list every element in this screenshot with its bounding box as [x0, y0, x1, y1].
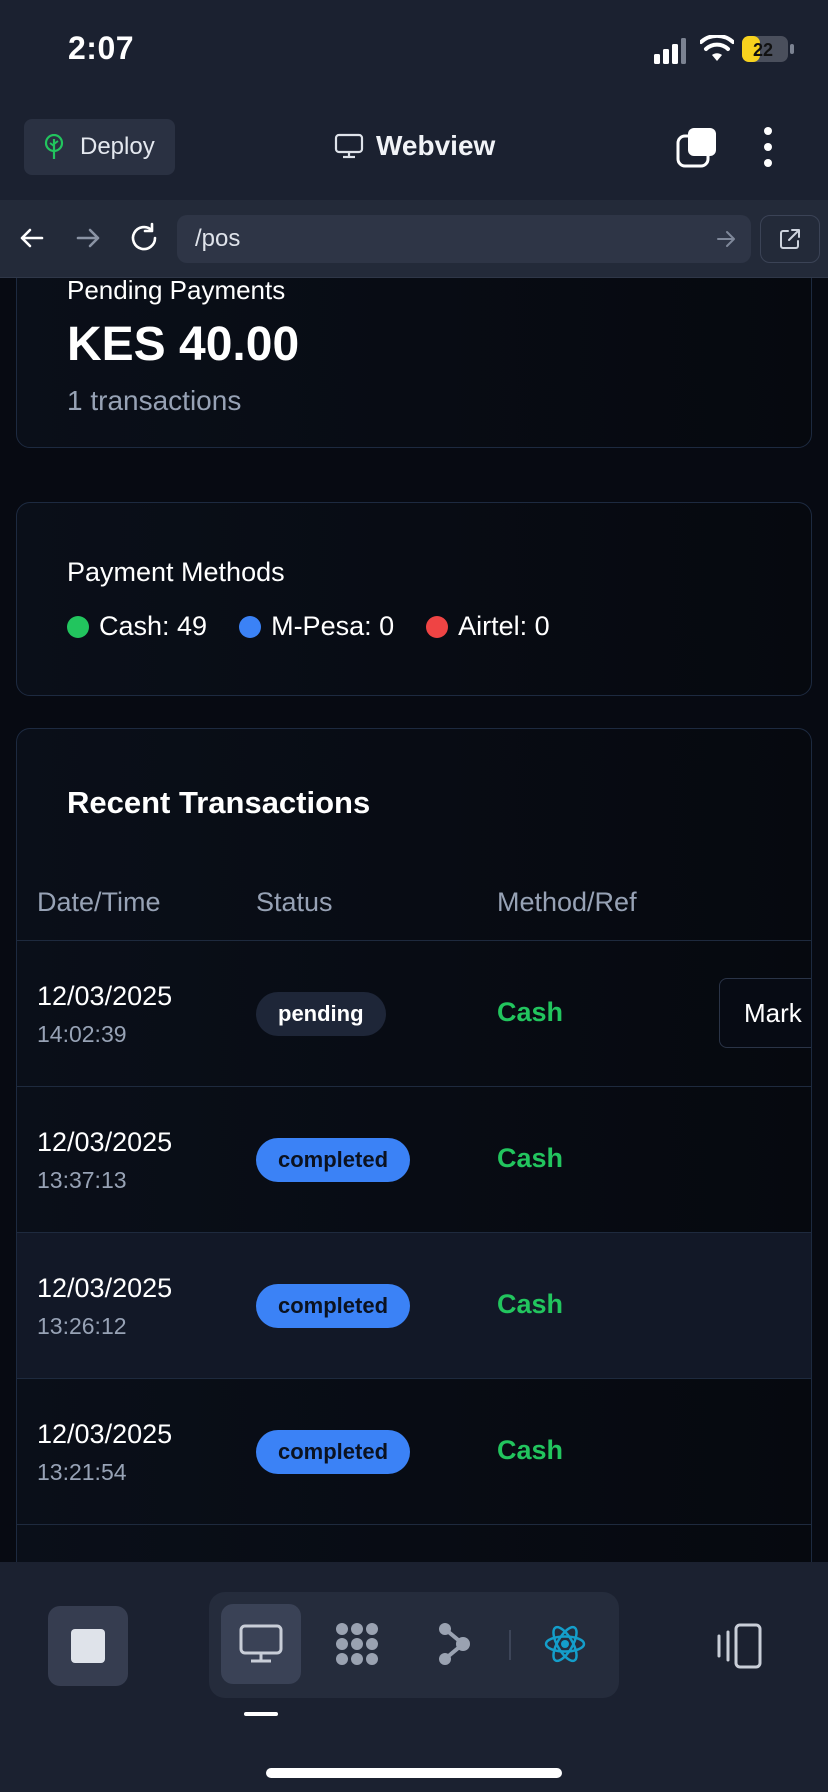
- status-time: 2:07: [68, 30, 135, 66]
- tx-date: 12/03/2025: [37, 981, 173, 1011]
- monitor-icon: [239, 1624, 283, 1663]
- tx-time: 14:02:39: [37, 1021, 127, 1047]
- grid-dots-icon: [336, 1623, 378, 1665]
- status-badge: pending: [256, 992, 386, 1036]
- arrow-left-icon[interactable]: [18, 224, 46, 252]
- methods-list: Cash: 49 M-Pesa: 0 Airtel: 0: [67, 611, 550, 642]
- methods-title: Payment Methods: [67, 557, 285, 587]
- tx-date: 12/03/2025: [37, 1127, 173, 1157]
- monitor-view-button[interactable]: [221, 1604, 301, 1684]
- device-frame-icon[interactable]: [714, 1622, 764, 1670]
- transactions-title: Recent Transactions: [67, 785, 371, 820]
- tx-date: 12/03/2025: [37, 1419, 173, 1449]
- status-badge: completed: [256, 1284, 411, 1328]
- tx-date: 12/03/2025: [37, 1273, 173, 1303]
- status-badge: completed: [256, 1430, 411, 1474]
- deploy-button[interactable]: Deploy: [24, 119, 175, 175]
- tx-time: 13:26:12: [37, 1313, 127, 1339]
- react-atom-icon: [544, 1625, 586, 1663]
- tx-method: Cash: [497, 1289, 564, 1319]
- payment-methods-card: Payment Methods Cash: 49 M-Pesa: 0 Airte…: [16, 502, 812, 696]
- stop-icon: [71, 1629, 105, 1663]
- url-text: /pos: [195, 225, 241, 252]
- top-bar: Deploy Webview: [0, 100, 828, 200]
- method-mpesa: M-Pesa: 0: [239, 611, 394, 642]
- pending-payments-card: Pending Payments KES 40.00 1 transaction…: [16, 278, 812, 448]
- react-view-button[interactable]: [525, 1604, 605, 1684]
- wifi-icon: [700, 35, 734, 61]
- pending-title: Pending Payments: [67, 278, 286, 305]
- monitor-icon: [334, 133, 364, 159]
- graph-view-button[interactable]: [413, 1604, 493, 1684]
- graph-nodes-icon: [439, 1623, 470, 1665]
- table-row: 12/03/2025 14:02:39 pending Cash Mark: [17, 941, 811, 1087]
- stop-button[interactable]: [48, 1606, 128, 1686]
- method-mpesa-label: M-Pesa: 0: [271, 611, 395, 641]
- column-header-datetime: Date/Time: [37, 887, 161, 917]
- status-bar: 2:07 22: [0, 0, 828, 100]
- column-header-status: Status: [256, 887, 333, 917]
- method-cash: Cash: 49: [67, 611, 207, 642]
- column-header-method: Method/Ref: [497, 887, 637, 917]
- red-dot-icon: [426, 615, 449, 638]
- table-row: 12/03/2025 13:26:12 completed Cash: [17, 1233, 811, 1379]
- cellular-signal-icon: [654, 38, 686, 64]
- status-badge: completed: [256, 1138, 411, 1182]
- battery-level: 22: [753, 40, 773, 60]
- url-bar: /pos: [0, 200, 828, 278]
- table-row: 12/03/2025 13:37:13 completed Cash: [17, 1087, 811, 1233]
- tx-method: Cash: [497, 1143, 564, 1173]
- home-indicator: [266, 1768, 562, 1778]
- mark-button[interactable]: Mark: [719, 978, 811, 1048]
- bottom-toolbar: [0, 1562, 828, 1792]
- webview-title-text: Webview: [376, 130, 496, 161]
- table-header: Date/Time Status Method/Ref: [17, 859, 811, 941]
- method-airtel-label: Airtel: 0: [458, 611, 550, 641]
- recent-transactions-card: Recent Transactions Date/Time Status Met…: [16, 728, 812, 1562]
- tx-time: 13:21:54: [37, 1459, 127, 1485]
- method-airtel: Airtel: 0: [426, 611, 550, 642]
- webview-title: Webview: [334, 130, 495, 162]
- blue-dot-icon: [239, 615, 262, 638]
- table-row: 12/03/2025 13:21:54 completed Cash: [17, 1379, 811, 1525]
- tx-method: Cash: [497, 997, 564, 1027]
- copy-icon[interactable]: [676, 126, 718, 168]
- method-cash-label: Cash: 49: [99, 611, 208, 641]
- separator: [509, 1630, 511, 1660]
- pending-amount: KES 40.00: [67, 318, 300, 371]
- battery-icon: 22: [742, 36, 794, 62]
- arrow-right-icon[interactable]: [74, 224, 102, 252]
- reload-icon[interactable]: [128, 222, 160, 254]
- green-dot-icon: [67, 615, 89, 638]
- open-external-button[interactable]: [760, 215, 820, 263]
- tree-icon: [44, 134, 64, 159]
- grid-view-button[interactable]: [317, 1604, 397, 1684]
- url-input[interactable]: /pos: [177, 215, 751, 263]
- external-link-icon: [780, 229, 800, 249]
- active-tab-indicator: [244, 1712, 278, 1716]
- webview-content: Pending Payments KES 40.00 1 transaction…: [0, 278, 828, 1562]
- pending-count: 1 transactions: [67, 385, 242, 416]
- view-switcher: [209, 1592, 619, 1698]
- go-arrow-icon[interactable]: [715, 228, 737, 250]
- tx-time: 13:37:13: [37, 1167, 127, 1193]
- deploy-label: Deploy: [80, 133, 155, 160]
- more-vertical-icon[interactable]: [752, 124, 784, 170]
- tx-method: Cash: [497, 1435, 564, 1465]
